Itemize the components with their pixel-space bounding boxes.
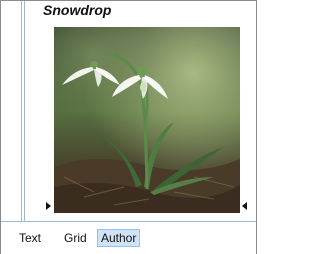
gutter-line: [21, 1, 22, 221]
tab-author[interactable]: Author: [97, 229, 141, 247]
snowdrop-image[interactable]: [54, 27, 240, 213]
gutter-line-inner: [24, 1, 25, 221]
tab-grid[interactable]: Grid: [61, 229, 90, 247]
document-title: Snowdrop: [43, 2, 112, 18]
left-marker-icon: [46, 202, 51, 210]
tab-bar: Text Grid Author: [1, 221, 256, 254]
tab-text[interactable]: Text: [16, 229, 44, 247]
right-marker-icon: [242, 202, 247, 210]
editor-window: Snowdrop Text Grid Author: [0, 0, 257, 254]
